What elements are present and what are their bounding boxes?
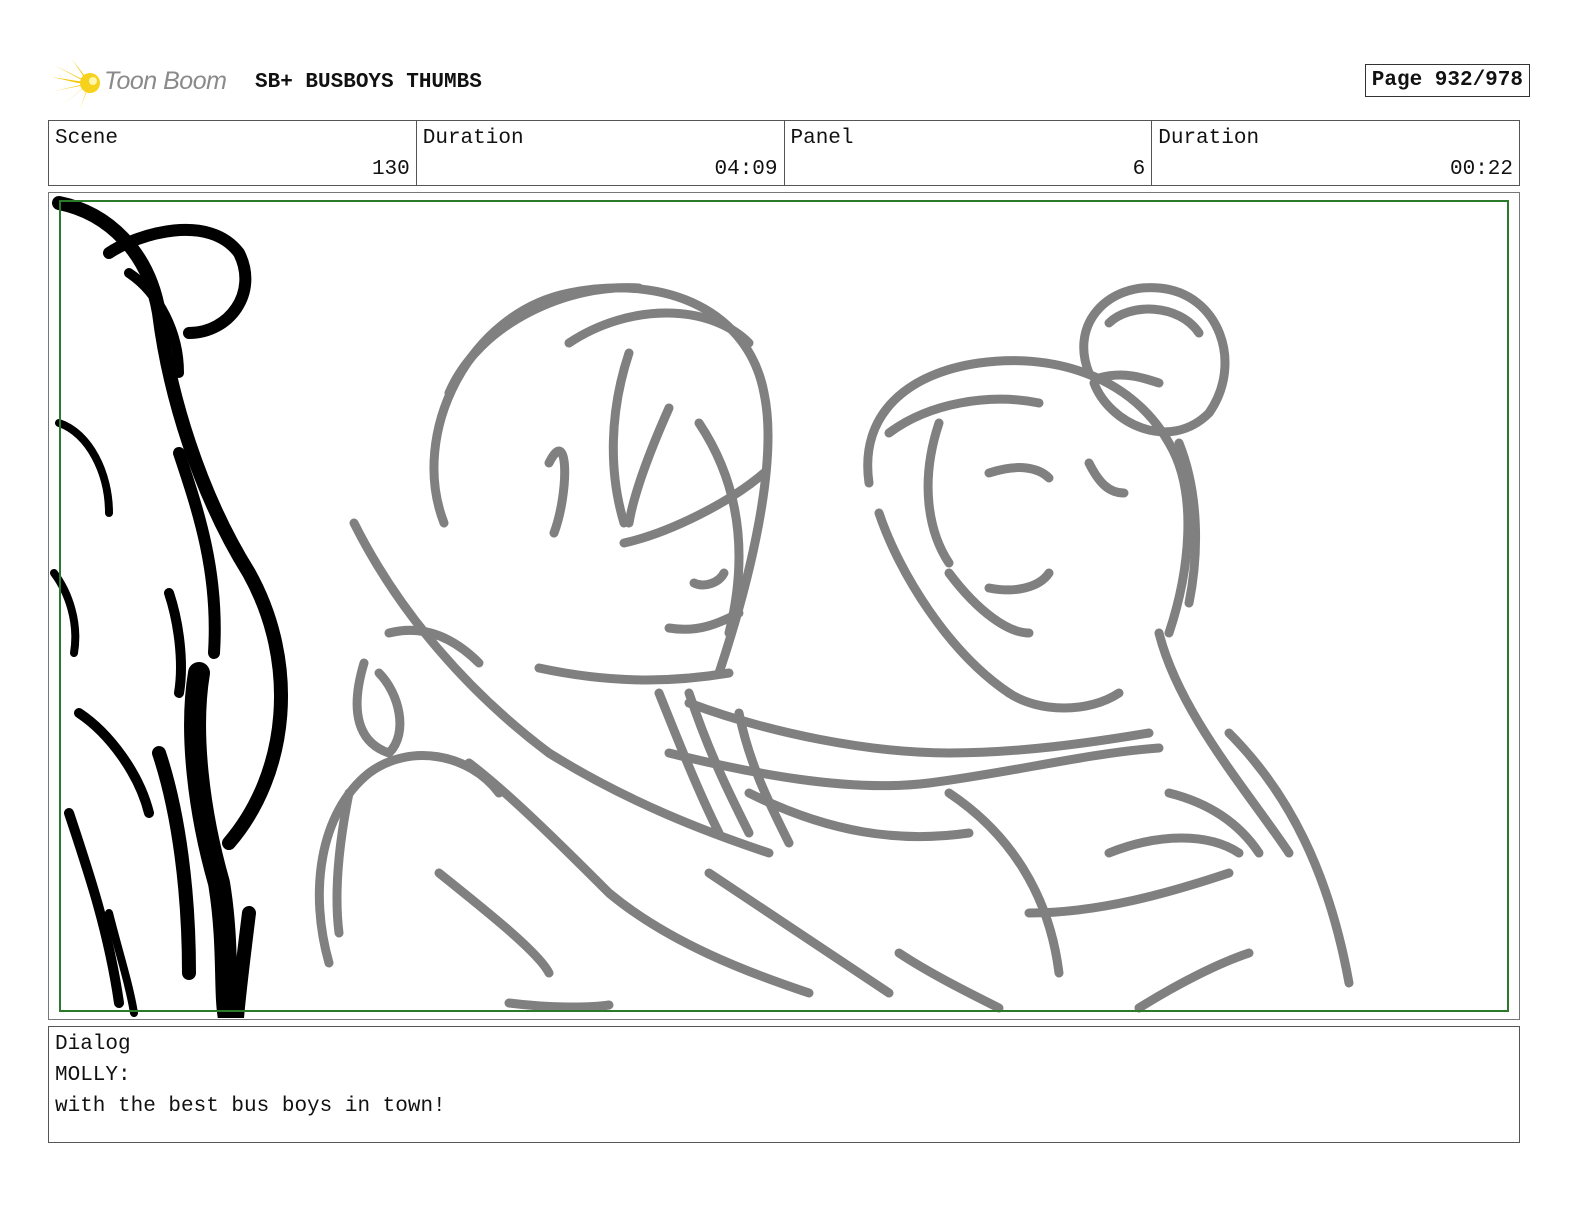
- panel-cell: Panel 6: [785, 121, 1153, 185]
- panel-value: 6: [1132, 158, 1146, 181]
- panel-duration-value: 00:22: [1449, 158, 1513, 181]
- safe-area-frame: [59, 200, 1509, 1012]
- panel-info-table: Scene 130 Duration 04:09 Panel 6 Duratio…: [48, 120, 1520, 186]
- scene-value: 130: [371, 158, 410, 181]
- scene-cell: Scene 130: [49, 121, 417, 185]
- page-header: Toon Boom SB+ BUSBOYS THUMBS Page 932/97…: [50, 55, 1530, 111]
- scene-label: Scene: [55, 127, 119, 150]
- starburst-icon: [52, 59, 100, 109]
- dialog-label: Dialog: [55, 1033, 131, 1056]
- storyboard-panel: [48, 192, 1520, 1020]
- logo-text: Toon Boom: [104, 67, 227, 95]
- page-number: Page 932/978: [1364, 64, 1530, 97]
- document-title: SB+ BUSBOYS THUMBS: [255, 71, 482, 94]
- scene-duration-value: 04:09: [714, 158, 778, 181]
- scene-duration-label: Duration: [422, 127, 524, 150]
- dialog-speaker: MOLLY:: [55, 1064, 131, 1087]
- panel-duration-cell: Duration 00:22: [1152, 121, 1519, 185]
- dialog-text: with the best bus boys in town!: [55, 1095, 446, 1118]
- dialog-box: Dialog MOLLY: with the best bus boys in …: [48, 1026, 1520, 1143]
- panel-label: Panel: [790, 127, 854, 150]
- panel-duration-label: Duration: [1158, 127, 1260, 150]
- scene-duration-cell: Duration 04:09: [417, 121, 785, 185]
- toon-boom-logo: Toon Boom: [50, 55, 240, 111]
